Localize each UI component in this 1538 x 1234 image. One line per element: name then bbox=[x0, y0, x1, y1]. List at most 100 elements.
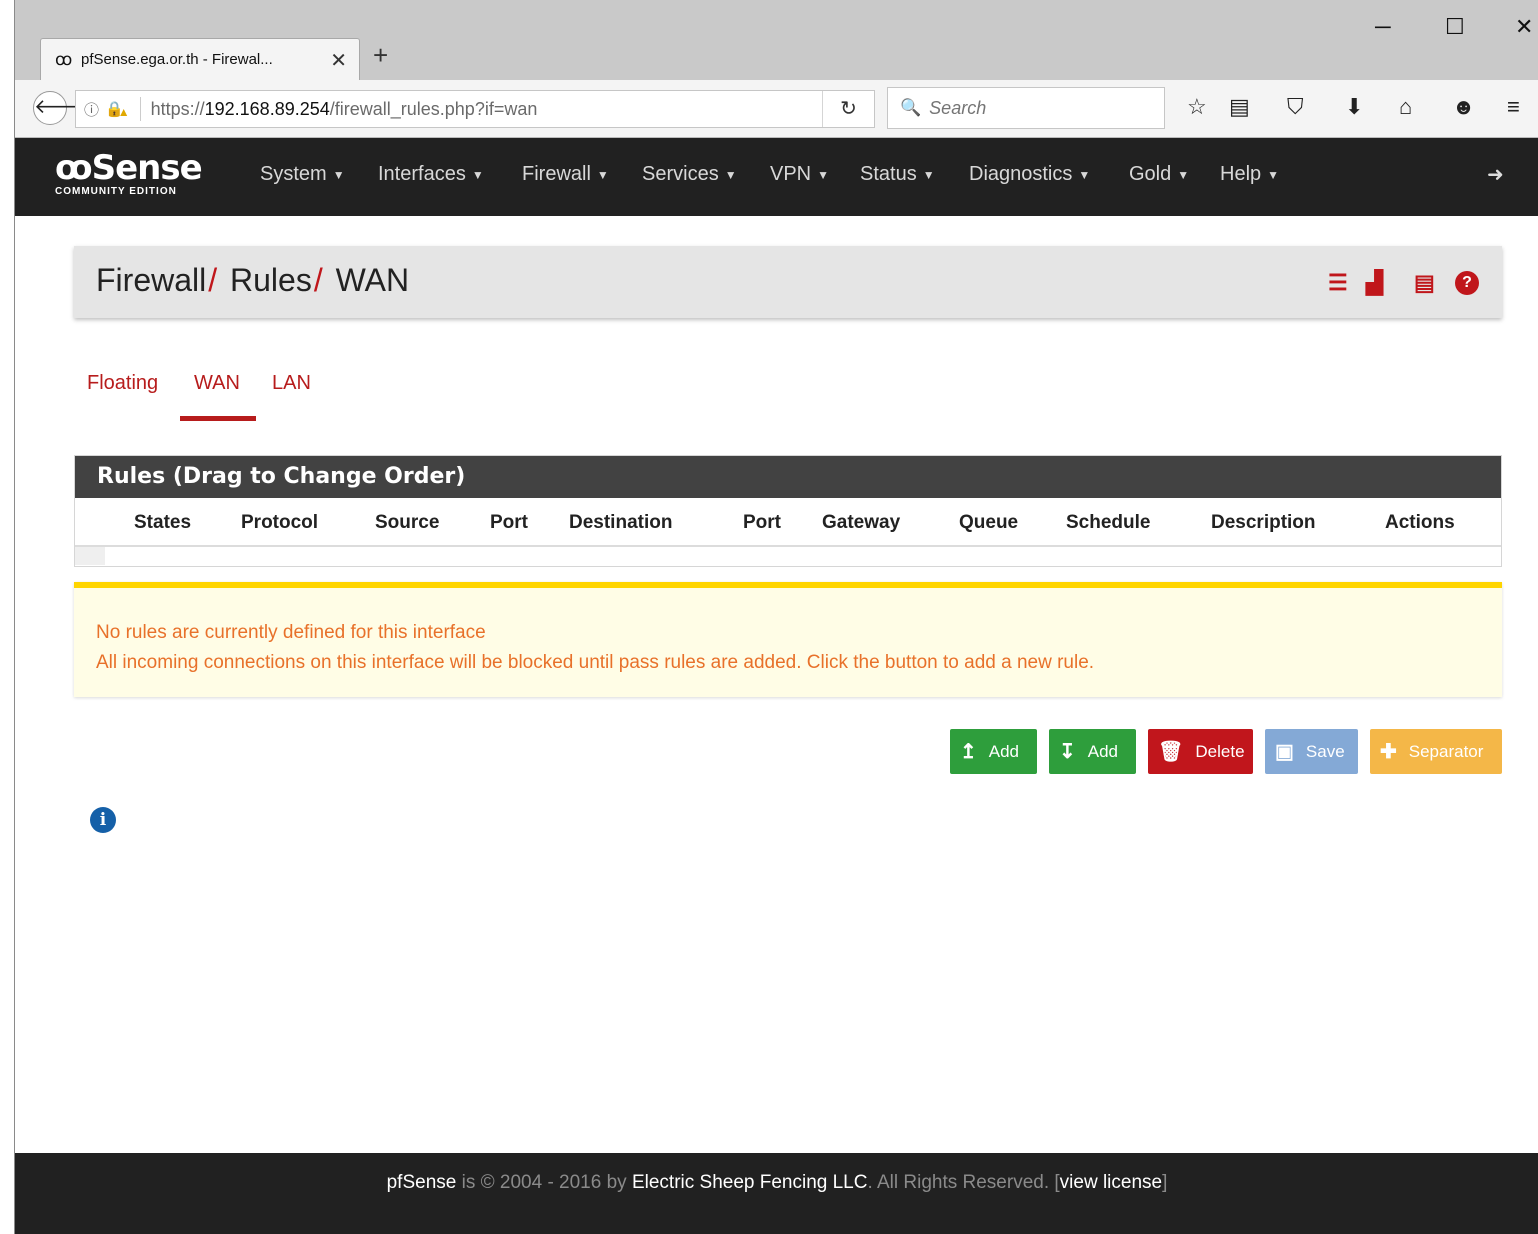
menu-status[interactable]: Status ▼ bbox=[860, 163, 935, 186]
caret-down-icon: ▼ bbox=[1177, 167, 1190, 182]
col-source: Source bbox=[375, 512, 440, 533]
caret-down-icon: ▼ bbox=[1078, 167, 1091, 182]
pfsense-logo[interactable]: ꝏSense COMMUNITY EDITION bbox=[55, 148, 203, 197]
separator-button[interactable]: ✚ Separator bbox=[1370, 729, 1502, 774]
add-rule-bottom-button[interactable]: ↧ Add bbox=[1049, 729, 1136, 774]
back-arrow-icon[interactable]: 🡐 bbox=[33, 91, 88, 125]
view-license-link[interactable]: view license bbox=[1060, 1172, 1162, 1193]
search-bar[interactable]: 🔍 bbox=[887, 87, 1165, 129]
search-input[interactable] bbox=[929, 97, 1150, 119]
pfsense-favicon-icon: ꝏ bbox=[55, 49, 73, 69]
url-separator bbox=[139, 97, 141, 121]
col-description: Description bbox=[1211, 512, 1316, 533]
footer-bracket: ] bbox=[1162, 1172, 1168, 1193]
bookmark-star-icon[interactable]: ☆ bbox=[1187, 94, 1207, 120]
info-icon[interactable]: ⓘ bbox=[84, 99, 99, 120]
close-tab-icon[interactable]: ✕ bbox=[330, 48, 347, 73]
minimize-icon[interactable]: ─ bbox=[1375, 14, 1391, 40]
logo-text: Sense bbox=[91, 148, 203, 188]
plus-icon: ✚ bbox=[1380, 741, 1397, 763]
sliders-icon[interactable]: ☰ bbox=[1328, 270, 1348, 296]
log-list-icon[interactable]: ▤ bbox=[1414, 270, 1435, 296]
chat-icon[interactable]: ☻ bbox=[1452, 94, 1475, 120]
footer-company-link[interactable]: Electric Sheep Fencing LLC bbox=[632, 1172, 868, 1193]
col-schedule: Schedule bbox=[1066, 512, 1151, 533]
menu-system[interactable]: System ▼ bbox=[260, 163, 345, 186]
caret-down-icon: ▼ bbox=[596, 167, 609, 182]
rules-panel: Rules (Drag to Change Order) States Prot… bbox=[74, 455, 1502, 567]
col-port: Port bbox=[490, 512, 528, 533]
browser-nav-bar: 🡐 ⓘ 🔒 ▲ https://192.168.89.254/firewall_… bbox=[15, 80, 1538, 138]
menu-diagnostics[interactable]: Diagnostics ▼ bbox=[969, 163, 1090, 186]
caret-down-icon: ▼ bbox=[332, 167, 345, 182]
reload-icon[interactable]: ↻ bbox=[822, 91, 874, 127]
col-gateway: Gateway bbox=[822, 512, 901, 533]
no-rules-alert: No rules are currently defined for this … bbox=[74, 582, 1502, 697]
window-close-icon[interactable]: ✕ bbox=[1515, 14, 1533, 40]
logo-mark-icon: ꝏ bbox=[55, 148, 93, 188]
add-rule-top-button[interactable]: ↥ Add bbox=[950, 729, 1037, 774]
arrow-down-icon: ↧ bbox=[1059, 741, 1076, 763]
breadcrumb-firewall[interactable]: Firewall bbox=[96, 262, 206, 298]
menu-vpn[interactable]: VPN ▼ bbox=[770, 163, 829, 186]
browser-window: ꝏ pfSense.ega.or.th - Firewal... ✕ + ─ ☐… bbox=[14, 0, 1538, 1234]
menu-services[interactable]: Services ▼ bbox=[642, 163, 737, 186]
url-bar[interactable]: ⓘ 🔒 ▲ https://192.168.89.254/firewall_ru… bbox=[75, 90, 875, 128]
logout-icon[interactable]: ➜ bbox=[1487, 162, 1504, 187]
search-icon: 🔍 bbox=[900, 98, 922, 117]
caret-down-icon: ▼ bbox=[1267, 167, 1280, 182]
save-button[interactable]: ▣ Save bbox=[1265, 729, 1358, 774]
active-tab-underline bbox=[180, 416, 256, 421]
breadcrumb-wan: WAN bbox=[335, 262, 410, 298]
menu-gold[interactable]: Gold ▼ bbox=[1129, 163, 1189, 186]
rules-panel-title: Rules (Drag to Change Order) bbox=[75, 456, 1501, 498]
home-icon[interactable]: ⌂ bbox=[1399, 94, 1412, 120]
bar-chart-icon[interactable]: ▟ bbox=[1366, 270, 1383, 296]
caret-down-icon: ▼ bbox=[471, 167, 484, 182]
page-header: Firewall/ Rules/ WAN ☰ ▟ ▤ ? bbox=[74, 246, 1502, 318]
page-footer: pfSense is © 2004 - 2016 by Electric She… bbox=[15, 1153, 1538, 1234]
caret-down-icon: ▼ bbox=[724, 167, 737, 182]
footer-brand: pfSense bbox=[386, 1172, 457, 1193]
col-destination: Destination bbox=[569, 512, 673, 533]
col-protocol: Protocol bbox=[241, 512, 319, 533]
floppy-disk-icon: ▣ bbox=[1275, 741, 1294, 763]
col-dest-port: Port bbox=[743, 512, 781, 533]
alert-line-2: All incoming connections on this interfa… bbox=[96, 652, 1095, 673]
header-divider bbox=[75, 545, 1501, 547]
caret-down-icon: ▼ bbox=[817, 167, 830, 182]
warning-icon: ▲ bbox=[117, 105, 130, 119]
info-circle-icon[interactable]: i bbox=[90, 807, 116, 833]
url-text[interactable]: https://192.168.89.254/firewall_rules.ph… bbox=[151, 99, 538, 120]
footer-rights: . All Rights Reserved. [ bbox=[867, 1172, 1060, 1193]
reader-list-icon[interactable]: ▤ bbox=[1229, 94, 1250, 120]
menu-firewall[interactable]: Firewall ▼ bbox=[522, 163, 609, 186]
pocket-icon[interactable]: ⛉ bbox=[1287, 94, 1304, 120]
menu-help[interactable]: Help ▼ bbox=[1220, 163, 1279, 186]
footer-copyright: is © 2004 - 2016 by bbox=[456, 1172, 632, 1193]
menu-interfaces[interactable]: Interfaces ▼ bbox=[378, 163, 484, 186]
tab-lan[interactable]: LAN bbox=[272, 372, 311, 395]
col-actions: Actions bbox=[1385, 512, 1455, 533]
browser-tab[interactable]: ꝏ pfSense.ega.or.th - Firewal... ✕ bbox=[40, 38, 360, 80]
alert-line-1: No rules are currently defined for this … bbox=[96, 622, 486, 643]
breadcrumb: Firewall/ Rules/ WAN bbox=[96, 262, 410, 298]
empty-row bbox=[75, 547, 105, 565]
arrow-up-icon: ↥ bbox=[960, 741, 977, 763]
delete-button[interactable]: 🗑 Delete bbox=[1148, 729, 1253, 774]
breadcrumb-rules[interactable]: Rules bbox=[230, 262, 312, 298]
trash-icon: 🗑 bbox=[1158, 741, 1184, 763]
help-icon[interactable]: ? bbox=[1455, 271, 1479, 295]
caret-down-icon: ▼ bbox=[922, 167, 935, 182]
new-tab-icon[interactable]: + bbox=[373, 40, 388, 71]
download-icon[interactable]: ⬇ bbox=[1345, 94, 1363, 120]
tab-floating[interactable]: Floating bbox=[87, 372, 158, 395]
col-states: States bbox=[134, 512, 192, 533]
browser-tab-bar: ꝏ pfSense.ega.or.th - Firewal... ✕ + ─ ☐… bbox=[15, 0, 1538, 80]
hamburger-menu-icon[interactable]: ≡ bbox=[1507, 94, 1520, 120]
pfsense-navbar: ꝏSense COMMUNITY EDITION System ▼ Interfa… bbox=[15, 138, 1538, 216]
browser-tab-title: pfSense.ega.or.th - Firewal... bbox=[81, 51, 273, 68]
col-queue: Queue bbox=[959, 512, 1019, 533]
maximize-icon[interactable]: ☐ bbox=[1445, 14, 1465, 40]
tab-wan[interactable]: WAN bbox=[194, 372, 240, 395]
